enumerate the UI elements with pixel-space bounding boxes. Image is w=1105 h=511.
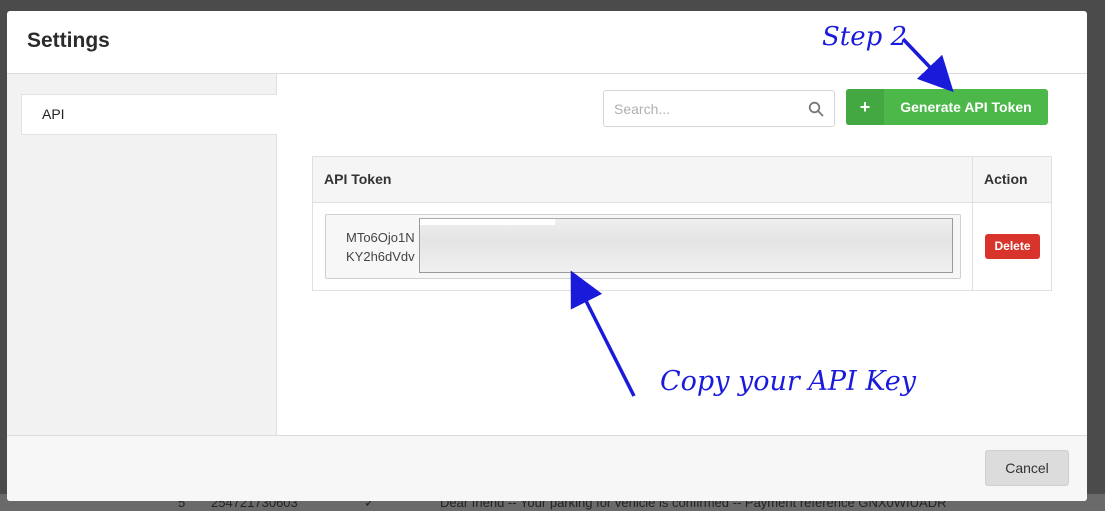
table-header-row: API Token Action bbox=[313, 157, 1051, 203]
token-redaction-blur bbox=[419, 218, 953, 273]
search-icon[interactable] bbox=[808, 101, 824, 117]
column-header-action: Action bbox=[984, 171, 1028, 187]
generate-button-label: Generate API Token bbox=[900, 99, 1032, 115]
plus-icon: + bbox=[846, 89, 884, 125]
search-input[interactable] bbox=[614, 99, 794, 119]
search-box[interactable] bbox=[603, 90, 835, 127]
api-token-field[interactable]: MTo6Ojo1N KY2h6dVdv bbox=[325, 214, 961, 279]
sidebar-item-label: API bbox=[42, 106, 65, 122]
copy-api-key-annotation: Copy your API Key bbox=[660, 366, 917, 397]
cancel-button[interactable]: Cancel bbox=[985, 450, 1069, 486]
token-line-2: KY2h6dVdv bbox=[346, 249, 415, 264]
settings-sidebar: API bbox=[7, 74, 277, 435]
sidebar-item-api[interactable]: API bbox=[21, 94, 277, 135]
step-2-annotation: Step 2 bbox=[822, 22, 908, 52]
modal-footer: Cancel bbox=[7, 435, 1087, 501]
token-line-1: MTo6Ojo1N bbox=[346, 230, 415, 245]
modal-title: Settings bbox=[27, 29, 110, 52]
api-token-table: API Token Action MTo6Ojo1N KY2h6dVdv Del… bbox=[312, 156, 1052, 291]
column-header-api-token: API Token bbox=[324, 171, 392, 187]
delete-token-button[interactable]: Delete bbox=[985, 234, 1040, 259]
generate-api-token-button[interactable]: + Generate API Token bbox=[846, 89, 1048, 125]
column-divider bbox=[972, 157, 973, 290]
settings-modal: Settings API + Generate API Token API To… bbox=[7, 11, 1087, 501]
modal-header: Settings bbox=[7, 11, 1087, 74]
